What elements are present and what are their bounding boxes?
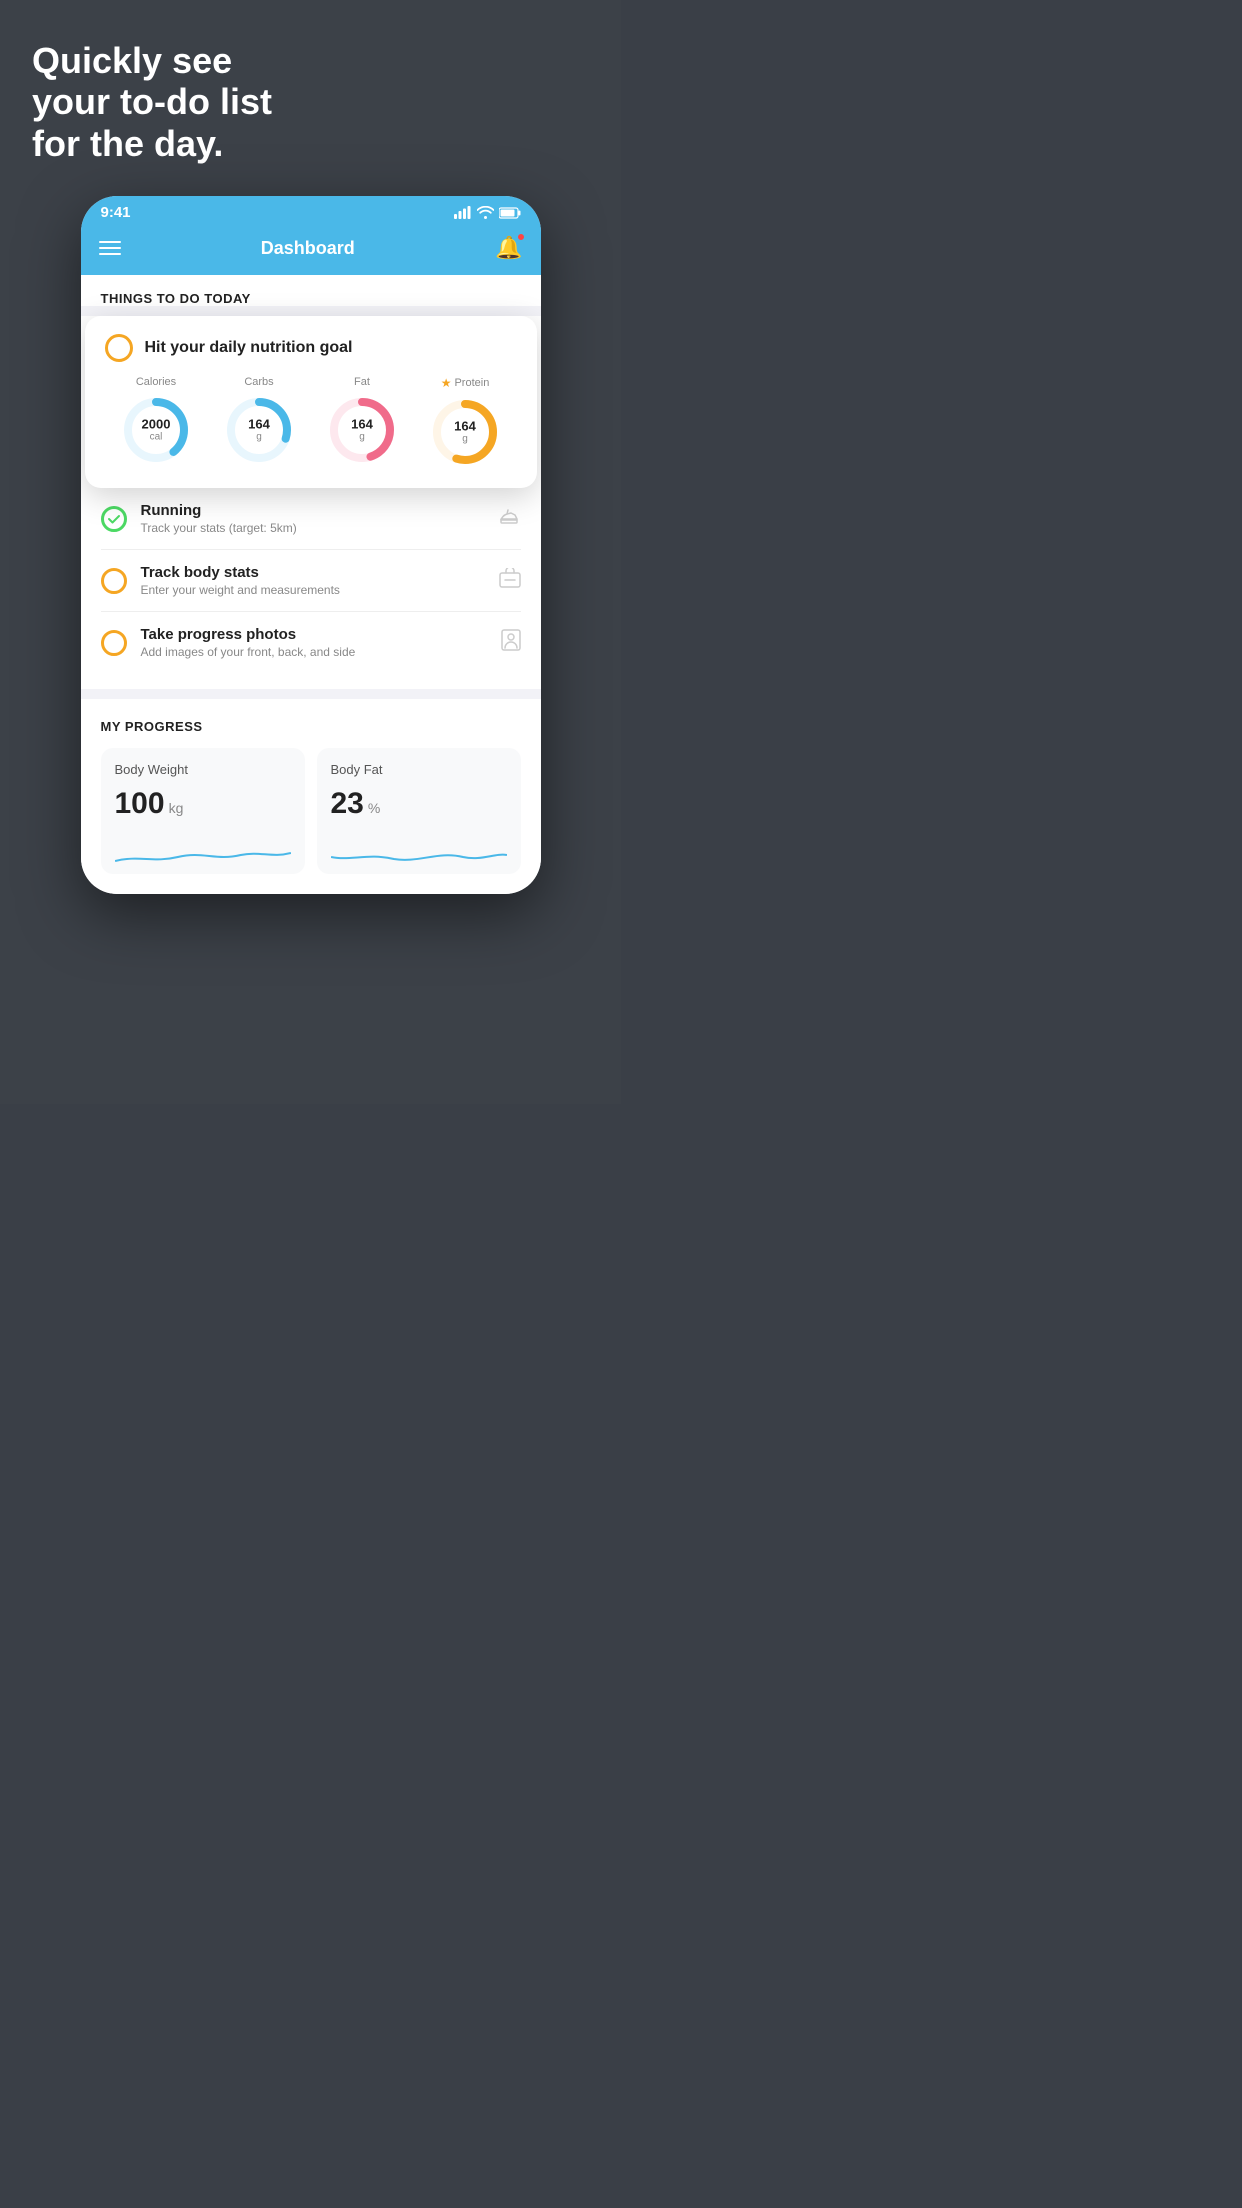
calories-label: Calories [136, 376, 176, 388]
nav-bar: Dashboard 🔔 [81, 225, 541, 275]
body-weight-unit: kg [169, 800, 184, 816]
nutrition-check-circle[interactable] [105, 334, 133, 362]
todo-list: Running Track your stats (target: 5km) T… [81, 488, 541, 673]
person-photo-icon [501, 629, 521, 657]
body-weight-card[interactable]: Body Weight 100 kg [101, 748, 305, 874]
nav-title: Dashboard [261, 238, 355, 259]
notification-bell-button[interactable]: 🔔 [495, 235, 522, 261]
protein-value: 164 g [454, 420, 476, 445]
fat-value: 164 g [351, 418, 373, 443]
scale-icon [499, 568, 521, 594]
protein-donut: 164 g [429, 396, 501, 468]
running-text: Running Track your stats (target: 5km) [141, 502, 485, 535]
list-item-body-stats[interactable]: Track body stats Enter your weight and m… [101, 550, 521, 612]
body-weight-value-row: 100 kg [115, 787, 291, 821]
body-weight-chart [115, 833, 291, 869]
hero-text: Quickly see your to-do list for the day. [20, 40, 601, 164]
list-item-running[interactable]: Running Track your stats (target: 5km) [101, 488, 521, 550]
list-item-photos[interactable]: Take progress photos Add images of your … [101, 612, 521, 673]
body-stats-text: Track body stats Enter your weight and m… [141, 564, 485, 597]
protein-label: ★ Protein [441, 376, 490, 390]
fat-label: Fat [354, 376, 370, 388]
running-title: Running [141, 502, 485, 519]
phone-shell: 9:41 [81, 196, 541, 894]
progress-section: MY PROGRESS Body Weight 100 kg Body Fat [81, 699, 541, 894]
status-bar: 9:41 [81, 196, 541, 225]
body-weight-title: Body Weight [115, 762, 291, 777]
running-subtitle: Track your stats (target: 5km) [141, 521, 485, 535]
body-weight-value: 100 [115, 787, 165, 821]
things-today-heading: THINGS TO DO TODAY [101, 291, 521, 306]
photos-subtitle: Add images of your front, back, and side [141, 645, 487, 659]
progress-heading: MY PROGRESS [101, 719, 521, 734]
notification-dot [517, 233, 525, 241]
nutrition-row: Calories 2000 cal [105, 376, 517, 468]
body-fat-chart [331, 833, 507, 869]
nutrition-card: Hit your daily nutrition goal Calories [85, 316, 537, 488]
nutrition-protein: ★ Protein 164 g [429, 376, 501, 468]
body-fat-card[interactable]: Body Fat 23 % [317, 748, 521, 874]
calories-value: 2000 cal [142, 418, 171, 443]
wifi-icon [477, 206, 494, 219]
hamburger-button[interactable] [99, 241, 121, 255]
running-shoe-icon [499, 507, 521, 531]
page-background: Quickly see your to-do list for the day.… [0, 0, 621, 1104]
fat-donut: 164 g [326, 394, 398, 466]
progress-cards: Body Weight 100 kg Body Fat 23 % [101, 748, 521, 894]
body-fat-value-row: 23 % [331, 787, 507, 821]
nutrition-fat: Fat 164 g [326, 376, 398, 466]
nutrition-card-header: Hit your daily nutrition goal [105, 334, 517, 362]
body-fat-value: 23 [331, 787, 364, 821]
spacer [81, 673, 541, 689]
photos-title: Take progress photos [141, 626, 487, 643]
body-fat-title: Body Fat [331, 762, 507, 777]
status-time: 9:41 [101, 204, 131, 221]
signal-icon [454, 206, 472, 219]
nutrition-card-title: Hit your daily nutrition goal [145, 339, 353, 357]
app-content: THINGS TO DO TODAY [81, 275, 541, 306]
body-stats-check-circle[interactable] [101, 568, 127, 594]
photos-text: Take progress photos Add images of your … [141, 626, 487, 659]
battery-icon [499, 207, 521, 219]
running-check-circle[interactable] [101, 506, 127, 532]
calories-donut: 2000 cal [120, 394, 192, 466]
carbs-value: 164 g [248, 418, 270, 443]
nutrition-carbs: Carbs 164 g [223, 376, 295, 466]
carbs-donut: 164 g [223, 394, 295, 466]
body-fat-unit: % [368, 800, 380, 816]
nutrition-calories: Calories 2000 cal [120, 376, 192, 466]
status-icons [454, 206, 521, 219]
carbs-label: Carbs [244, 376, 273, 388]
photos-check-circle[interactable] [101, 630, 127, 656]
body-stats-subtitle: Enter your weight and measurements [141, 583, 485, 597]
body-stats-title: Track body stats [141, 564, 485, 581]
protein-star-icon: ★ [441, 376, 452, 390]
